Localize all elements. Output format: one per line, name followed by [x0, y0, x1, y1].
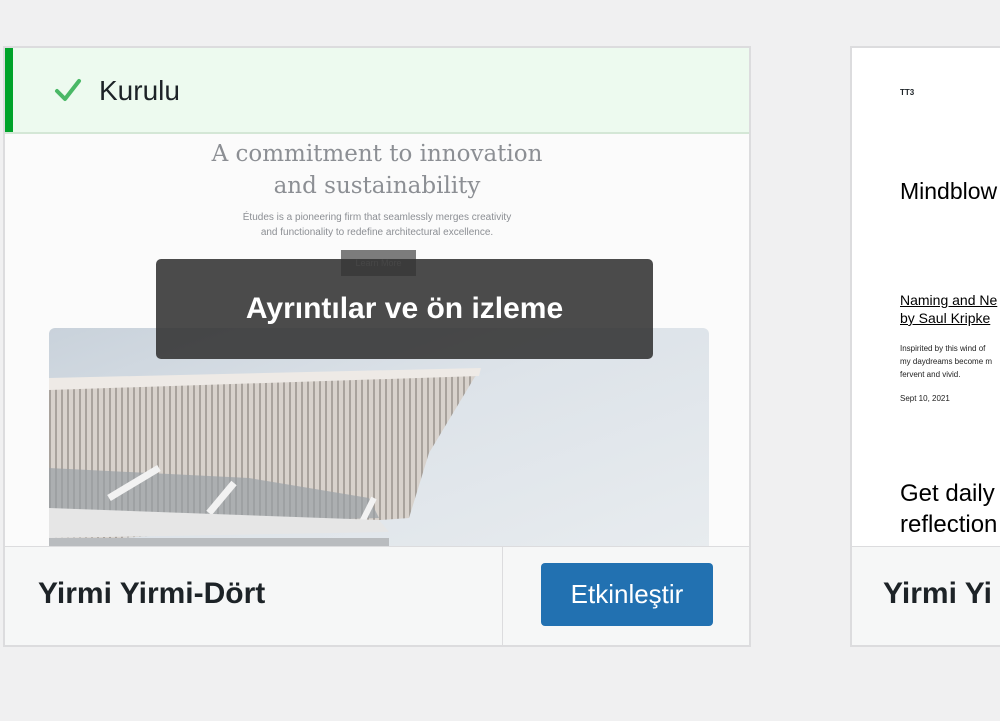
- preview-post-title: Naming and Ne by Saul Kripke: [900, 292, 998, 326]
- preview-big-heading: Get daily reflection: [900, 480, 998, 538]
- notice-accent-bar: [5, 48, 13, 132]
- theme-screenshot[interactable]: TT3 Mindblow Naming and Ne by Saul Kripk…: [852, 48, 1000, 546]
- theme-card-twenty-twenty-three[interactable]: TT3 Mindblow Naming and Ne by Saul Kripk…: [850, 46, 1000, 647]
- preview-subtitle: Études is a pioneering firm that seamles…: [242, 212, 512, 238]
- theme-card-footer: Yirmi Yirmi-Dört Etkinleştir: [5, 546, 749, 645]
- details-preview-overlay[interactable]: Ayrıntılar ve ön izleme: [156, 259, 653, 359]
- preview-headline: A commitment to innovation and sustainab…: [211, 141, 543, 199]
- theme-name: Yirmi Yirmi-Dört: [38, 577, 266, 610]
- installed-notice: Kurulu: [5, 48, 749, 134]
- theme-card-twenty-twenty-four[interactable]: Kurulu A commitment to innovation and su…: [3, 46, 751, 647]
- details-preview-label: Ayrıntılar ve ön izleme: [245, 292, 564, 325]
- preview-architecture-image: [49, 328, 709, 546]
- checkmark-icon: [55, 79, 81, 101]
- preview-heading: Mindblow: [900, 178, 998, 204]
- activate-button[interactable]: Etkinleştir: [541, 563, 713, 626]
- theme-card-footer: Yirmi Yi: [852, 546, 1000, 645]
- theme-name: Yirmi Yi: [883, 577, 992, 610]
- installed-label: Kurulu: [99, 75, 180, 106]
- preview-site-logo: TT3: [900, 88, 915, 97]
- preview-post-excerpt: Inspirited by this wind of my daydreams …: [900, 344, 993, 379]
- theme-screenshot[interactable]: Kurulu A commitment to innovation and su…: [5, 48, 749, 546]
- preview-post-date: Sept 10, 2021: [900, 394, 950, 403]
- footer-divider: [502, 547, 503, 645]
